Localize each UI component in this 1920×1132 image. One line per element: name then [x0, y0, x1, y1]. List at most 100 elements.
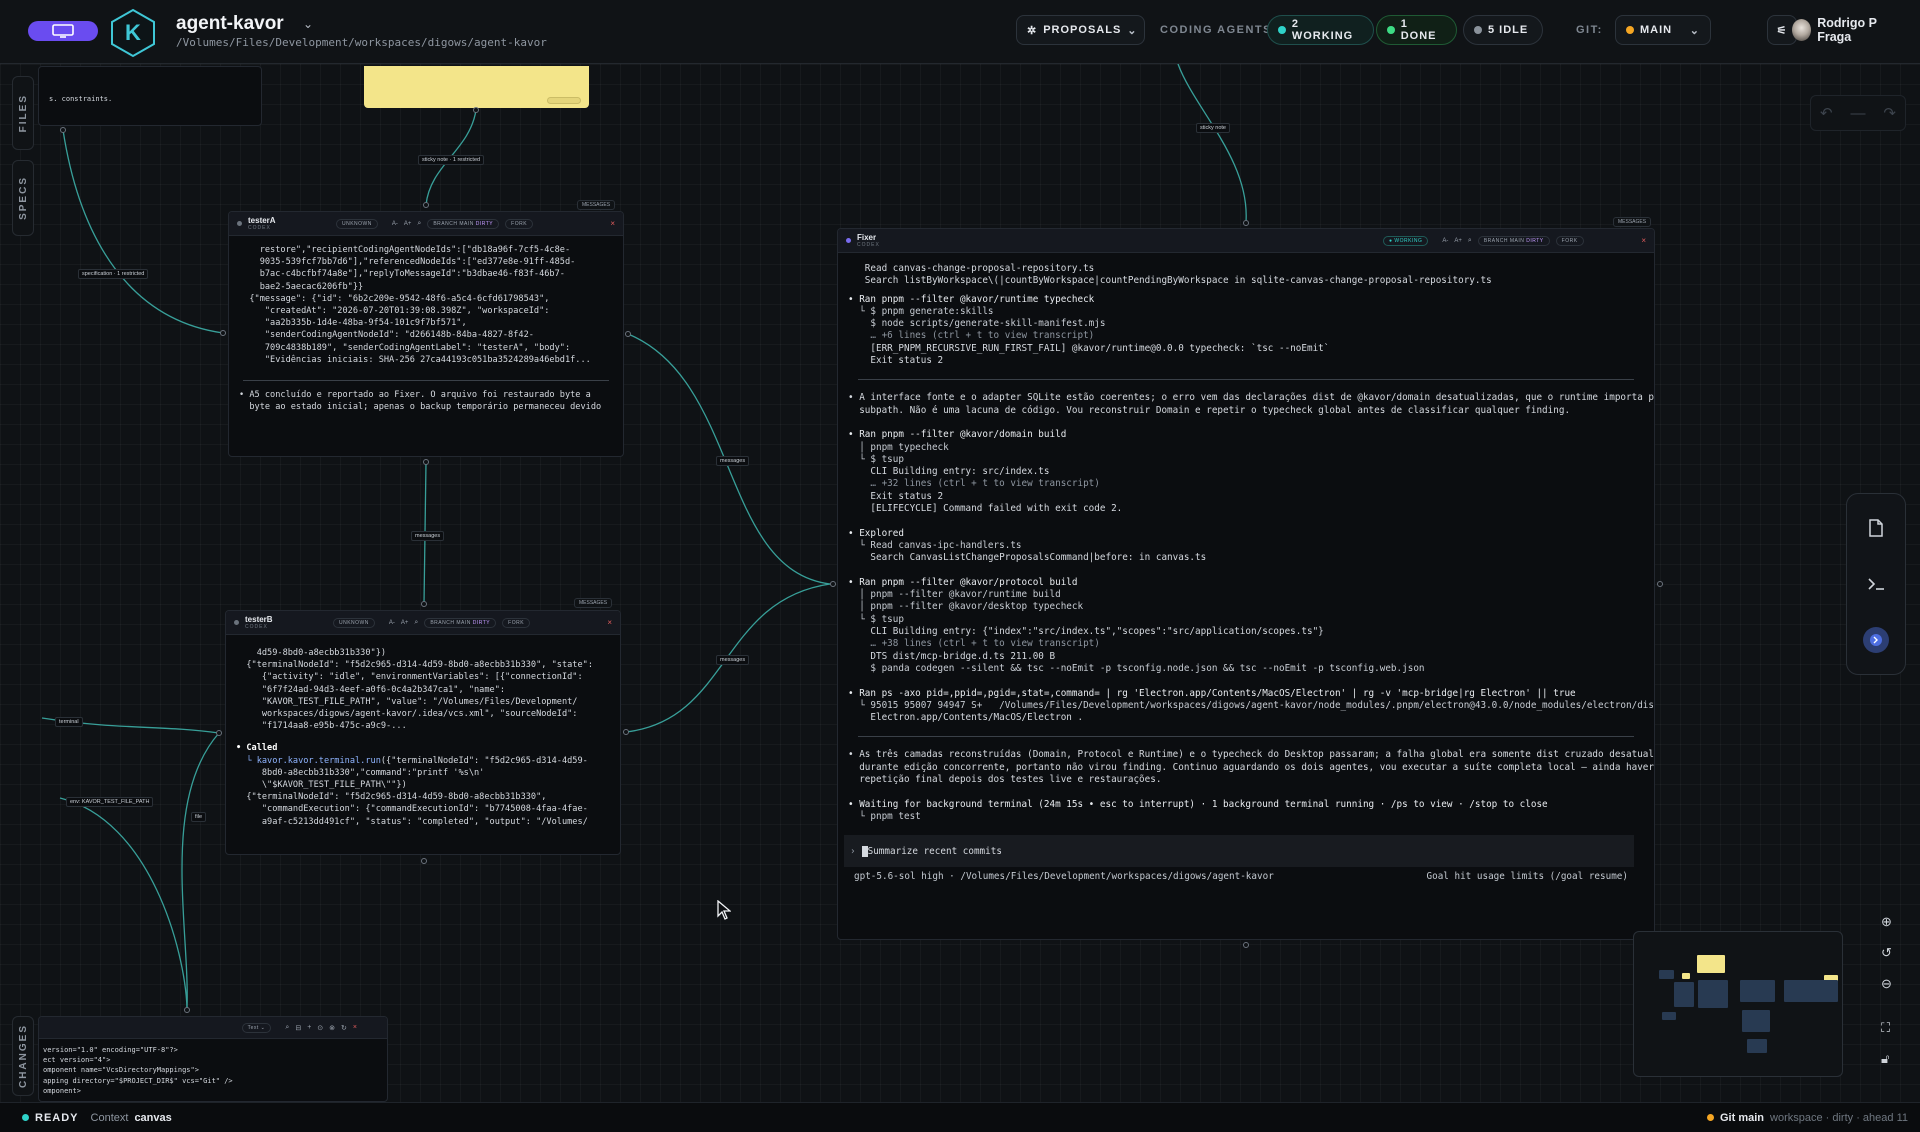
edge-handle[interactable]: [216, 730, 222, 736]
edge-handle[interactable]: [623, 729, 629, 735]
agent-node-header[interactable]: Fixer CODEX ● WORKING A- A+ ⌕ BRANCH MAI…: [838, 229, 1654, 253]
font-increase-icon[interactable]: A+: [1454, 238, 1462, 244]
font-decrease-icon[interactable]: A-: [389, 620, 395, 626]
terminal-icon[interactable]: [1863, 571, 1889, 597]
minimap[interactable]: [1633, 931, 1843, 1077]
transcript-line: └ $ tsup: [848, 613, 904, 625]
collapse-icon[interactable]: ⊟: [295, 1024, 301, 1032]
transcript-line: bae2-5aecac6206fb"}}: [239, 281, 364, 292]
minimap-node: [1747, 1039, 1767, 1053]
edge-handle[interactable]: [184, 1007, 190, 1013]
agents-idle-badge[interactable]: 5 IDLE: [1463, 15, 1543, 45]
chevron-down-icon[interactable]: ⌄: [303, 17, 313, 31]
edge-label-messages: messages: [716, 456, 750, 466]
edge-handle[interactable]: [625, 331, 631, 337]
agent-node-testerB[interactable]: testerB CODEX UNKNOWN A- A+ ⌕ BRANCH MAI…: [225, 610, 621, 855]
search-icon[interactable]: ⌕: [285, 1024, 289, 1032]
messages-badge[interactable]: MESSAGES: [574, 598, 613, 608]
branch-chip[interactable]: BRANCH MAIN DIRTY: [1477, 235, 1550, 246]
chevron-down-icon: ⌄: [1127, 24, 1138, 37]
edge-handle[interactable]: [421, 601, 427, 607]
minimap-node: [1742, 1010, 1770, 1032]
messages-badge[interactable]: MESSAGES: [1613, 217, 1652, 227]
file-node-header[interactable]: Text ⌄ ⌕ ⊟ + ⊙ ⊗ ↻ ×: [39, 1017, 387, 1039]
transcript-line: • Waiting for background terminal (24m 1…: [848, 798, 1548, 810]
sticky-note[interactable]: [364, 66, 589, 108]
edge-handle[interactable]: [423, 202, 429, 208]
spec-node-text: s. constraints.: [49, 95, 113, 103]
transcript-line: "6f7f24ad-94d3-4eef-a0f6-0c4a2b347ca1", …: [236, 684, 506, 695]
transcript-line: [848, 786, 1646, 798]
fork-button[interactable]: FORK: [1555, 235, 1584, 246]
file-icon[interactable]: [1863, 515, 1889, 541]
agent-node-fixer[interactable]: Fixer CODEX ● WORKING A- A+ ⌕ BRANCH MAI…: [837, 228, 1655, 940]
font-increase-icon[interactable]: A+: [401, 620, 409, 626]
agents-working-badge[interactable]: 2 WORKING: [1267, 15, 1374, 45]
changes-tab[interactable]: CHANGES: [12, 1016, 34, 1096]
agent-node-header[interactable]: testerB CODEX UNKNOWN A- A+ ⌕ BRANCH MAI…: [226, 611, 620, 635]
edge-handle[interactable]: [1243, 220, 1249, 226]
close-icon[interactable]: ×: [1641, 236, 1646, 245]
edge-handle[interactable]: [220, 330, 226, 336]
close-icon[interactable]: ×: [353, 1024, 357, 1031]
branch-selector[interactable]: MAIN ⌄: [1615, 15, 1711, 45]
fork-button[interactable]: FORK: [502, 617, 531, 628]
transcript-line: Electron.app/Contents/MacOS/Electron .: [848, 712, 1084, 724]
edge-handle[interactable]: [830, 581, 836, 587]
file-node[interactable]: Text ⌄ ⌕ ⊟ + ⊙ ⊗ ↻ × version="1.0" encod…: [38, 1016, 388, 1102]
branch-chip[interactable]: BRANCH MAIN DIRTY: [427, 218, 500, 229]
edge-handle[interactable]: [421, 858, 427, 864]
zoom-in-icon[interactable]: ⊕: [1881, 914, 1892, 930]
tool-call-block: • Called └ kavor.kavor.terminal.run({"te…: [236, 743, 588, 827]
agent-node-testerA[interactable]: testerA CODEX UNKNOWN A- A+ ⌕ BRANCH MAI…: [228, 211, 624, 457]
agent-node-header[interactable]: testerA CODEX UNKNOWN A- A+ ⌕ BRANCH MAI…: [229, 212, 623, 236]
expand-icon[interactable]: +: [307, 1024, 311, 1031]
settings-icon[interactable]: ⊙: [317, 1024, 323, 1032]
display-mode-button[interactable]: [28, 21, 98, 41]
transcript-line: … +38 lines (ctrl + t to view transcript…: [848, 638, 1100, 650]
font-decrease-icon[interactable]: A-: [1442, 238, 1448, 244]
redo-icon[interactable]: ↷: [1883, 104, 1896, 122]
transcript-line: "f1714aa8-e95b-475c-a9c9-...: [236, 721, 407, 732]
refresh-icon[interactable]: ↻: [341, 1024, 347, 1032]
user-menu[interactable]: Rodrigo P Fraga: [1782, 15, 1912, 45]
zoom-out-icon[interactable]: ⊖: [1881, 976, 1892, 992]
sticky-color-picker[interactable]: [547, 97, 581, 104]
agent-icon[interactable]: [1863, 627, 1889, 653]
edge-label-terminal: terminal: [55, 717, 83, 727]
app-window: specification · 1 restricted sticky note…: [0, 0, 1920, 1132]
proposals-button[interactable]: ✲ PROPOSALS ⌄: [1016, 15, 1145, 45]
search-icon[interactable]: ⌕: [414, 619, 418, 627]
git-label: GIT:: [1576, 24, 1603, 36]
partial-spec-node[interactable]: s. constraints.: [38, 66, 262, 126]
search-icon[interactable]: ⌕: [417, 220, 421, 228]
code-line: version="1.0" encoding="UTF-8"?>: [43, 1046, 178, 1054]
git-status[interactable]: Git main workspace · dirty · ahead 11: [1707, 1112, 1908, 1124]
font-decrease-icon[interactable]: A-: [392, 221, 398, 227]
lock-icon[interactable]: 🔓︎: [1881, 1051, 1889, 1067]
close-icon[interactable]: ×: [607, 618, 612, 627]
link-icon[interactable]: ⊗: [329, 1024, 335, 1032]
prompt-input[interactable]: › Summarize recent commits: [844, 835, 1634, 868]
search-icon[interactable]: ⌕: [1468, 237, 1472, 245]
font-increase-icon[interactable]: A+: [404, 221, 412, 227]
language-select[interactable]: Text ⌄: [241, 1022, 272, 1033]
messages-badge[interactable]: MESSAGES: [577, 200, 616, 210]
reset-icon[interactable]: ↺: [1881, 945, 1892, 961]
branch-chip[interactable]: BRANCH MAIN DIRTY: [424, 617, 497, 628]
project-name[interactable]: agent-kavor: [176, 13, 284, 35]
transcript-line: Exit status 2: [848, 490, 944, 502]
fit-view-icon[interactable]: ⛶: [1881, 1020, 1890, 1036]
agents-done-badge[interactable]: 1 DONE: [1376, 15, 1457, 45]
close-icon[interactable]: ×: [610, 219, 615, 228]
edge-handle[interactable]: [423, 459, 429, 465]
undo-icon[interactable]: ↶: [1820, 104, 1833, 122]
transcript-line: Search CanvasListChangeProposalsCommand|…: [848, 552, 1207, 564]
files-tab[interactable]: FILES: [12, 76, 34, 150]
edge-handle[interactable]: [473, 107, 479, 113]
edge-handle[interactable]: [1243, 942, 1249, 948]
edge-handle[interactable]: [60, 127, 66, 133]
specs-tab[interactable]: SPECS: [12, 160, 34, 236]
edge-handle[interactable]: [1657, 581, 1663, 587]
fork-button[interactable]: FORK: [505, 218, 534, 229]
